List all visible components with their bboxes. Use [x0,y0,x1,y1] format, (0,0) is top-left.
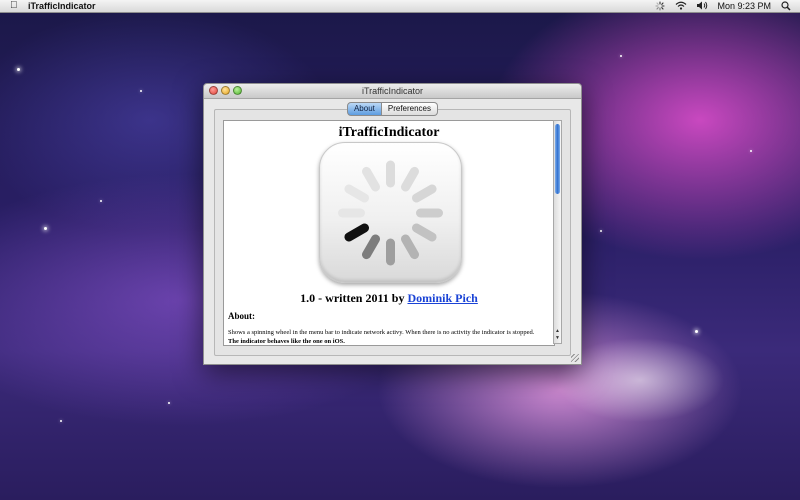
star [695,330,698,333]
vertical-scrollbar[interactable]: ▲ ▼ [553,120,562,344]
close-button[interactable] [209,86,218,95]
window-titlebar[interactable]: iTrafficIndicator [204,84,581,99]
speaker-icon[interactable] [696,1,708,11]
star [750,150,752,152]
spotlight-icon[interactable] [780,1,792,11]
apple-menu-icon[interactable]:  [10,0,18,12]
about-content: iTrafficIndicator 1.0 - written 2011 by … [223,120,555,346]
clock[interactable]: Mon 9:23 PM [717,0,771,12]
about-heading: About: [228,311,256,321]
spinner-icon[interactable] [654,1,666,11]
scroll-up-arrow-icon[interactable]: ▲ [554,328,561,335]
spinner-wheel-icon [338,160,443,266]
tab-preferences[interactable]: Preferences [381,102,439,116]
app-title: iTrafficIndicator [338,125,440,140]
wifi-icon[interactable] [675,1,687,11]
tab-pane: iTrafficIndicator 1.0 - written 2011 by … [214,109,571,356]
menu-extras: Mon 9:23 PM [654,0,792,12]
window-title: iTrafficIndicator [361,86,424,96]
app-menu-name[interactable]: iTrafficIndicator [28,0,96,12]
version-line: 1.0 - written 2011 by Dominik Pich [224,291,554,306]
menu-bar:  iTrafficIndicator Mon 9:23 PM [0,0,800,13]
app-icon [319,142,462,283]
star [620,55,622,57]
about-description: Shows a spinning wheel in the menu bar t… [228,328,548,345]
star [100,200,102,202]
window-controls [209,86,242,95]
star [168,402,170,404]
tab-about[interactable]: About [346,102,382,116]
version-text: 1.0 - written 2011 by [300,291,408,305]
star [140,90,142,92]
scrollbar-thumb[interactable] [555,124,560,194]
description-line-bold: The indicator behaves like the one on iO… [228,338,345,345]
resize-grip-icon[interactable] [571,354,579,362]
star [17,68,20,71]
tab-bar: About Preferences [204,102,581,116]
author-link[interactable]: Dominik Pich [407,291,477,305]
star [44,227,47,230]
minimize-button[interactable] [221,86,230,95]
scroll-down-arrow-icon[interactable]: ▼ [554,335,561,342]
preferences-window: iTrafficIndicator About Preferences iTra… [203,83,582,365]
star [60,420,62,422]
zoom-button[interactable] [233,86,242,95]
star [600,230,602,232]
description-line: Shows a spinning wheel in the menu bar t… [228,329,535,336]
